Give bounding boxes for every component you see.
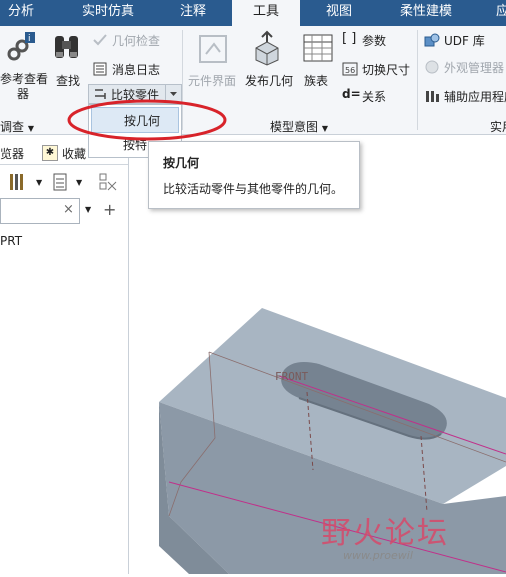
component-interface-label: 元件界面 xyxy=(188,74,237,88)
model-intent-group-label[interactable]: 模型意图 ▼ xyxy=(270,118,328,135)
clear-icon[interactable]: × xyxy=(63,202,74,217)
geometry-check-button[interactable]: 几何检查 xyxy=(92,32,166,48)
tab-view[interactable]: 视图 xyxy=(326,0,352,26)
tab-flexible-modeling[interactable]: 柔性建模 xyxy=(400,0,452,26)
aux-app-label: 辅助应用程序 xyxy=(444,90,506,104)
find-label: 查找 xyxy=(56,74,81,88)
investigate-group-text: 调查 xyxy=(0,120,25,134)
tree-filter-button[interactable] xyxy=(98,172,118,192)
tree-filter-icon xyxy=(99,173,117,191)
appearance-manager-label: 外观管理器 xyxy=(444,61,505,75)
investigate-group-label[interactable]: 调查 ▼ xyxy=(0,118,34,135)
ribbon-tab-bar: 分析 实时仿真 注释 工具 视图 柔性建模 应 xyxy=(0,0,506,26)
publish-geometry-button[interactable] xyxy=(250,30,284,66)
switch-dimensions-label: 切换尺寸 xyxy=(362,63,411,77)
message-log-button[interactable]: 消息日志 xyxy=(92,61,166,77)
show-button[interactable] xyxy=(52,172,68,192)
tooltip-description: 比较活动零件与其他零件的几何。 xyxy=(163,182,344,196)
svg-text:56: 56 xyxy=(345,66,355,75)
publish-geometry-label: 发布几何 xyxy=(245,74,294,88)
component-interface-icon xyxy=(199,35,227,63)
navigator-divider xyxy=(0,164,128,165)
aux-app-button[interactable]: 辅助应用程序 xyxy=(424,88,506,104)
parameters-label: 参数 xyxy=(362,34,387,48)
tooltip: 按几何 比较活动零件与其他零件的几何。 xyxy=(148,141,360,209)
udf-library-icon xyxy=(424,33,440,47)
svg-text:i: i xyxy=(28,34,31,44)
tooltip-title: 按几何 xyxy=(163,156,200,170)
reference-viewer-button[interactable]: i xyxy=(4,32,36,66)
reference-viewer-icon: i xyxy=(7,32,35,61)
chevron-down-icon[interactable]: ▼ xyxy=(85,205,91,214)
switch-dimensions-button[interactable]: 56 切换尺寸 xyxy=(342,61,418,77)
udf-library-button[interactable]: UDF 库 xyxy=(424,32,506,48)
tools-button[interactable] xyxy=(8,172,24,192)
geometry-check-label: 几何检查 xyxy=(112,34,161,48)
tab-annotate[interactable]: 注释 xyxy=(180,0,206,26)
appearance-manager-icon xyxy=(425,60,439,74)
chevron-down-icon: ▼ xyxy=(321,124,328,133)
geometry-check-icon xyxy=(93,34,107,46)
utilities-group-label[interactable]: 实用 xyxy=(490,118,506,135)
chevron-down-icon[interactable]: ▼ xyxy=(76,178,82,187)
tab-analysis[interactable]: 分析 xyxy=(8,0,34,26)
parameters-button[interactable]: [ ] 参数 xyxy=(342,31,398,48)
model-tree-root-item[interactable]: PRT xyxy=(0,234,22,248)
braces-icon: [ ] xyxy=(342,31,357,46)
chevron-down-icon: ▼ xyxy=(27,124,34,133)
relations-icon: d= xyxy=(342,87,361,101)
udf-library-label: UDF 库 xyxy=(444,34,485,48)
list-icon xyxy=(53,173,67,191)
family-table-label: 族表 xyxy=(304,74,329,88)
family-table-icon xyxy=(303,34,333,62)
add-icon[interactable]: + xyxy=(103,200,116,219)
navigator-search-input[interactable]: × xyxy=(0,198,80,224)
message-log-label: 消息日志 xyxy=(112,63,161,77)
tab-favorites[interactable]: 收藏 xyxy=(62,145,86,162)
ribbon-separator xyxy=(417,30,418,130)
favorites-icon: ✱ xyxy=(42,145,58,161)
relations-label: 关系 xyxy=(362,90,387,104)
relations-button[interactable]: d= 关系 xyxy=(342,87,398,104)
component-interface-button[interactable] xyxy=(196,32,230,66)
tab-applications[interactable]: 应 xyxy=(496,0,506,26)
watermark-url: www.proewil xyxy=(343,549,413,562)
tab-browser[interactable]: 览器 xyxy=(0,145,24,162)
aux-app-icon xyxy=(426,91,439,102)
family-table-button[interactable] xyxy=(302,32,334,64)
tab-realtime-sim[interactable]: 实时仿真 xyxy=(82,0,134,26)
switch-dimensions-icon: 56 xyxy=(342,62,358,76)
appearance-manager-button[interactable]: 外观管理器 xyxy=(424,59,506,75)
watermark-logo: 野火论坛 xyxy=(321,516,449,551)
highlight-ellipse xyxy=(67,99,227,141)
tools-icon xyxy=(10,174,23,190)
find-button[interactable] xyxy=(52,32,82,64)
datum-front-label: FRONT xyxy=(275,370,308,383)
model-navigator-panel: 览器 ✱ 收藏 ▼ ▼ × ▼ + PRT xyxy=(0,136,129,574)
tab-tools[interactable]: 工具 xyxy=(232,0,300,26)
model-intent-group-text: 模型意图 xyxy=(270,120,319,134)
publish-geometry-icon xyxy=(255,30,279,66)
chevron-down-icon[interactable]: ▼ xyxy=(36,178,42,187)
binoculars-icon xyxy=(55,36,78,58)
message-log-icon xyxy=(93,62,107,76)
reference-viewer-label: 参考查看 器 xyxy=(0,72,49,101)
